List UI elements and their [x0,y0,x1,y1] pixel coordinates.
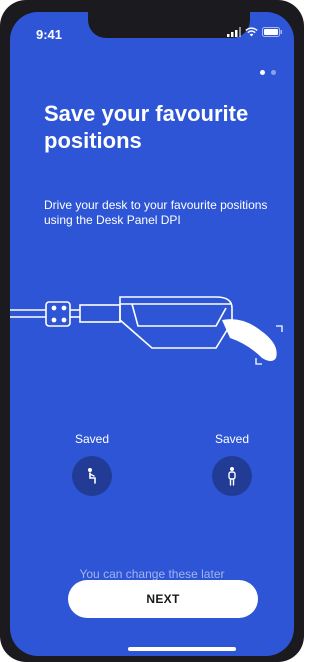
desk-panel-icon [119,296,233,349]
signal-icon [227,27,241,37]
battery-icon [262,27,282,37]
page-indicator [260,70,276,75]
page-description: Drive your desk to your favourite positi… [44,198,268,227]
position-label: Saved [74,432,110,446]
next-button[interactable]: NEXT [68,580,258,618]
status-icons [227,27,282,37]
cable-icon [10,301,121,327]
position-button-standing[interactable] [212,456,252,496]
page-dot[interactable] [271,70,276,75]
saved-position-standing: Saved [202,432,262,496]
standing-person-icon [228,467,236,486]
onboarding-screen: 9:41 Save your favourite positions Drive… [10,12,294,656]
page-title: Save your favourite positions [44,101,249,153]
phone-frame: 9:41 Save your favourite positions Drive… [0,0,304,662]
saved-position-sitting: Saved [62,432,122,496]
hint-text: You can change these later [79,567,225,581]
paddle-icon [222,319,277,361]
home-indicator[interactable] [128,647,236,651]
notch [88,12,250,38]
status-time: 9:41 [36,27,63,42]
page-dot-active[interactable] [260,70,265,75]
position-button-sitting[interactable] [72,456,112,496]
desk-panel-illustration [10,296,283,365]
position-label: Saved [214,432,250,446]
wifi-icon [245,27,258,37]
sitting-person-icon [88,468,96,484]
